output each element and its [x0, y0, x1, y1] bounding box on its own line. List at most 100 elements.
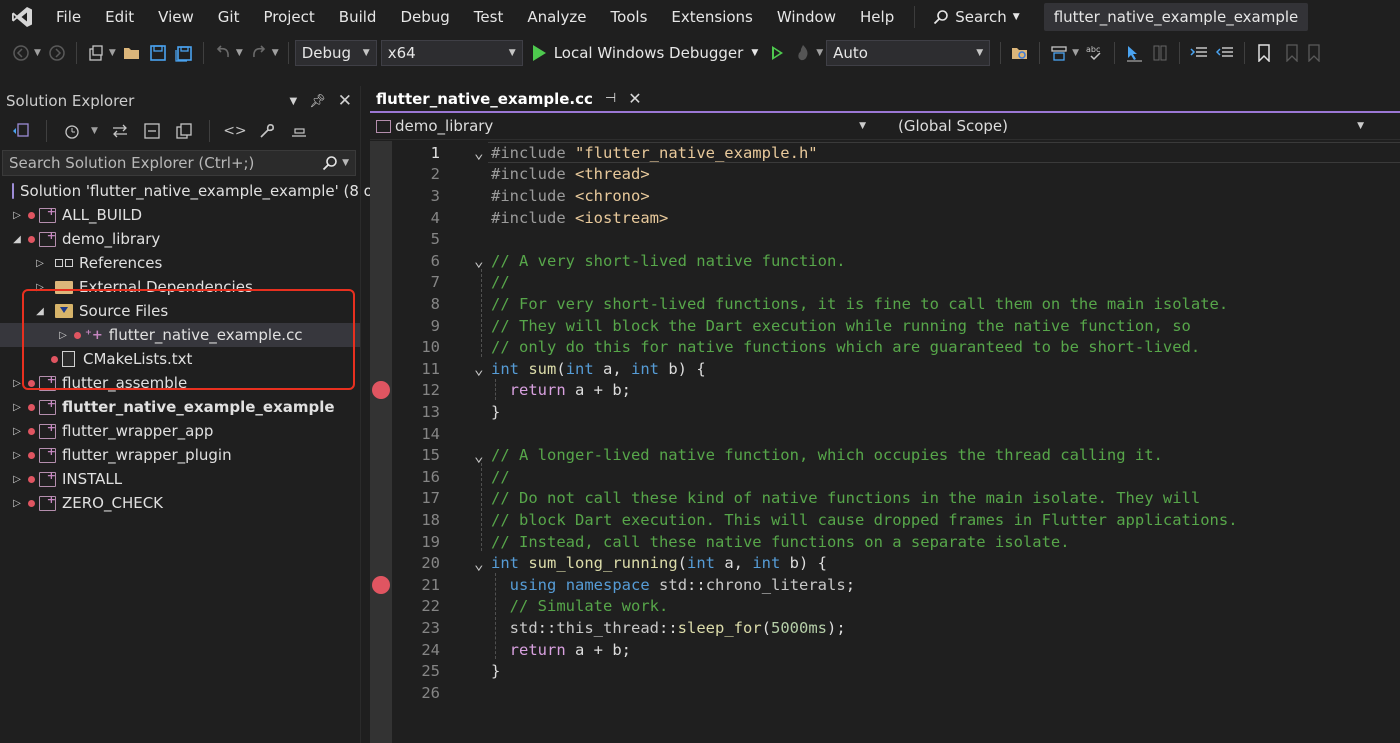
view-code-icon[interactable]: <> [222, 118, 248, 144]
open-folder-icon[interactable] [119, 40, 145, 66]
tree-item-flutter-native-example-cc[interactable]: ▷ ⁺+ flutter_native_example.cc [0, 323, 360, 347]
code-line[interactable]: 11 ⌄ int sum(int a, int b) { [370, 358, 1400, 380]
menu-window[interactable]: Window [765, 0, 848, 34]
expand-arrow-icon[interactable]: ▷ [10, 498, 24, 509]
menu-debug[interactable]: Debug [388, 0, 461, 34]
hot-reload-flame-icon[interactable] [790, 40, 816, 66]
code-line[interactable]: 18 // block Dart execution. This will cau… [370, 509, 1400, 531]
new-project-icon[interactable] [83, 40, 109, 66]
pending-changes-icon[interactable] [59, 118, 85, 144]
find-in-files-icon[interactable] [1007, 40, 1033, 66]
code-line[interactable]: 6 ⌄ // A very short-lived native function. [370, 250, 1400, 272]
bookmark-icon[interactable] [1251, 40, 1277, 66]
tree-item-flutter-wrapper-app[interactable]: ▷ flutter_wrapper_app [0, 419, 360, 443]
expand-arrow-icon[interactable]: ▷ [10, 474, 24, 485]
sync-with-document-icon[interactable] [107, 118, 133, 144]
code-line[interactable]: 8 // For very short-lived functions, it i… [370, 293, 1400, 315]
platform-select[interactable]: x64 ▼ [380, 40, 523, 66]
tree-item-flutter-wrapper-plugin[interactable]: ▷ flutter_wrapper_plugin [0, 443, 360, 467]
code-line[interactable]: 16 // [370, 466, 1400, 488]
tree-item-cmakelists[interactable]: CMakeLists.txt [0, 347, 360, 371]
navigate-back-icon[interactable] [8, 40, 34, 66]
undo-icon[interactable] [210, 40, 236, 66]
menu-help[interactable]: Help [848, 0, 906, 34]
expand-arrow-icon[interactable]: ▷ [33, 282, 47, 293]
close-icon[interactable]: ✕ [628, 89, 641, 108]
tree-item-all-build[interactable]: ▷ ALL_BUILD [0, 203, 360, 227]
fold-toggle-icon[interactable]: ⌄ [474, 554, 484, 573]
collapse-all-icon[interactable] [139, 118, 165, 144]
breakpoint-icon[interactable] [372, 575, 390, 594]
next-bookmark-icon[interactable] [1303, 40, 1329, 66]
start-without-debugging-icon[interactable] [764, 40, 790, 66]
redo-icon[interactable] [246, 40, 272, 66]
spell-check-icon[interactable]: abc [1082, 40, 1108, 66]
preview-selected-icon[interactable] [286, 118, 312, 144]
layout-icon[interactable] [1147, 40, 1173, 66]
menu-extensions[interactable]: Extensions [659, 0, 764, 34]
code-line[interactable]: 14 [370, 423, 1400, 445]
project-dropdown[interactable]: demo_library ▼ [370, 114, 872, 138]
tree-item-demo-library[interactable]: ◢ demo_library [0, 227, 360, 251]
chevron-down-icon[interactable]: ▼ [109, 48, 116, 58]
expand-arrow-icon[interactable]: ▷ [10, 378, 24, 389]
chevron-down-icon[interactable]: ▼ [342, 158, 349, 168]
document-tab[interactable]: flutter_native_example.cc ⊣ ✕ [370, 84, 650, 111]
chevron-down-icon[interactable]: ▼ [34, 48, 41, 58]
menu-view[interactable]: View [146, 0, 206, 34]
chevron-down-icon[interactable]: ▼ [1072, 48, 1079, 58]
select-element-icon[interactable] [1121, 40, 1147, 66]
menu-tools[interactable]: Tools [598, 0, 659, 34]
close-icon[interactable]: ✕ [338, 91, 352, 111]
pin-icon[interactable]: 📌︎ [309, 94, 326, 109]
code-area[interactable]: 1 ⌄ #include "flutter_native_example.h" 2 #i… [370, 141, 1400, 743]
tree-item-references[interactable]: ▷ References [0, 251, 360, 275]
expand-arrow-icon[interactable]: ▷ [56, 330, 70, 341]
save-all-icon[interactable] [171, 40, 197, 66]
fold-toggle-icon[interactable]: ⌄ [474, 359, 484, 378]
code-line[interactable]: 19 // Instead, call these native function… [370, 531, 1400, 553]
configuration-select[interactable]: Debug ▼ [294, 40, 377, 66]
fold-toggle-icon[interactable]: ⌄ [474, 251, 484, 270]
solution-explorer-search[interactable]: Search Solution Explorer (Ctrl+;) ▼ [2, 150, 356, 176]
code-line[interactable]: 24 return a + b; [370, 639, 1400, 661]
chevron-down-icon[interactable]: ▼ [751, 48, 758, 58]
code-line[interactable]: 9 // They will block the Dart execution w… [370, 315, 1400, 337]
tree-item-solution[interactable]: Solution 'flutter_native_example_example… [0, 179, 378, 203]
menu-file[interactable]: File [44, 0, 93, 34]
chevron-down-icon[interactable]: ▼ [816, 48, 823, 58]
expand-arrow-icon[interactable]: ▷ [10, 426, 24, 437]
previous-bookmark-icon[interactable] [1277, 40, 1303, 66]
code-line[interactable]: 20 ⌄ int sum_long_running(int a, int b) { [370, 552, 1400, 574]
visual-studio-logo-icon[interactable] [0, 0, 44, 34]
code-line[interactable]: 12 return a + b; [370, 380, 1400, 402]
save-icon[interactable] [145, 40, 171, 66]
code-line[interactable]: 5 [370, 228, 1400, 250]
tree-item-source-files[interactable]: ◢ Source Files [0, 299, 360, 323]
solution-config-icon[interactable] [1046, 40, 1072, 66]
menu-project[interactable]: Project [251, 0, 326, 34]
collapse-arrow-icon[interactable]: ◢ [10, 234, 24, 245]
code-line[interactable]: 7 // [370, 272, 1400, 294]
navigate-forward-icon[interactable] [44, 40, 70, 66]
code-line[interactable]: 21 using namespace std::chrono_literals; [370, 574, 1400, 596]
code-line[interactable]: 1 ⌄ #include "flutter_native_example.h" [370, 142, 1400, 164]
menu-build[interactable]: Build [327, 0, 389, 34]
expand-arrow-icon[interactable]: ▷ [10, 210, 24, 221]
chevron-down-icon[interactable]: ▼ [272, 48, 279, 58]
chevron-down-icon[interactable]: ▼ [91, 126, 98, 136]
switch-views-icon[interactable] [8, 118, 34, 144]
code-line[interactable]: 26 [370, 682, 1400, 704]
code-line[interactable]: 10 // only do this for native functions w… [370, 336, 1400, 358]
indent-icon[interactable] [1186, 40, 1212, 66]
pin-icon[interactable]: ⊣ [605, 91, 616, 106]
expand-arrow-icon[interactable]: ▷ [33, 258, 47, 269]
show-all-files-icon[interactable] [171, 118, 197, 144]
start-debugging-button[interactable]: Local Windows Debugger ▼ [527, 44, 765, 62]
menu-edit[interactable]: Edit [93, 0, 146, 34]
tree-item-zero-check[interactable]: ▷ ZERO_CHECK [0, 491, 360, 515]
scope-dropdown[interactable]: (Global Scope) ▼ [872, 114, 1370, 138]
window-position-icon[interactable]: ▼ [290, 96, 298, 107]
menu-git[interactable]: Git [206, 0, 252, 34]
code-line[interactable]: 17 // Do not call these kind of native fu… [370, 488, 1400, 510]
